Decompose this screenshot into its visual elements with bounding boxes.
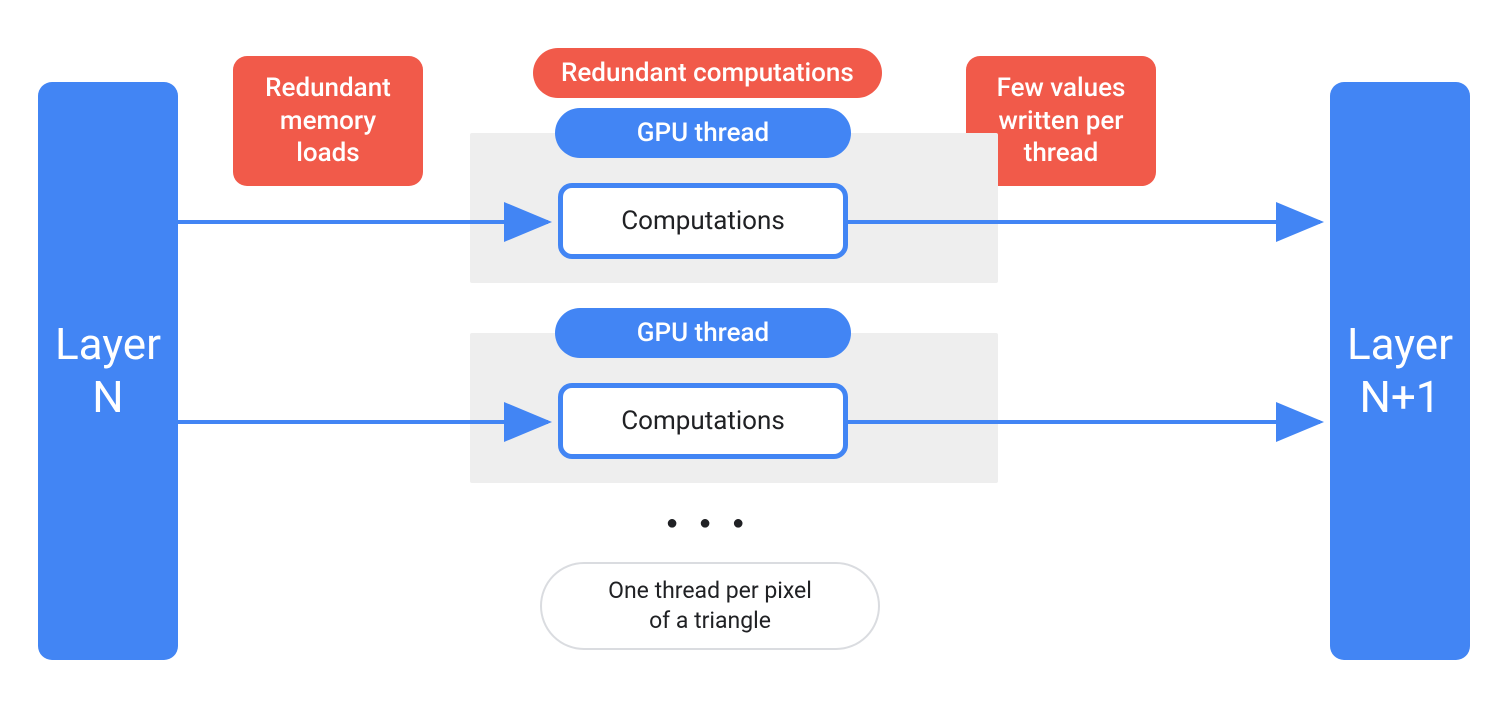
layer-n1-box: Layer N+1 — [1330, 82, 1470, 660]
layer-n-box: Layer N — [38, 82, 178, 660]
computations-box-1: Computations — [558, 183, 848, 259]
tag-redundant-computations: Redundant computations — [533, 48, 882, 98]
gpu-thread-pill-1: GPU thread — [555, 108, 851, 158]
one-thread-caption: One thread per pixel of a triangle — [540, 562, 880, 650]
ellipsis-icon: ● ● ● — [666, 510, 752, 535]
tag-redundant-memory-loads: Redundant memory loads — [233, 56, 423, 186]
gpu-thread-pill-2: GPU thread — [555, 308, 851, 358]
computations-box-2: Computations — [558, 383, 848, 459]
